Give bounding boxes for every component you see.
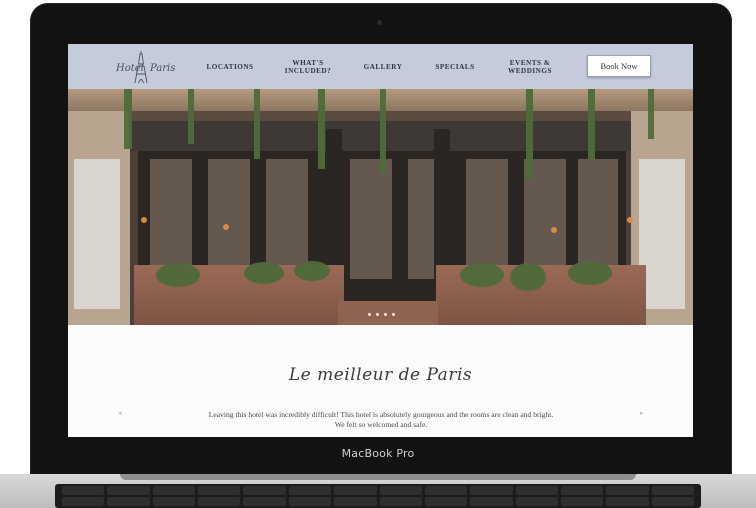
carousel-dot[interactable]	[368, 313, 371, 316]
nav-events-weddings[interactable]: EVENTS & WEDDINGS	[498, 44, 562, 89]
keyboard-row	[62, 486, 695, 495]
carousel-dot[interactable]	[384, 313, 387, 316]
browser-screen: Hotel Paris LOCATIONS WHAT'S INCLUDED? G…	[68, 44, 693, 437]
device-brand-label: MacBook Pro	[341, 447, 415, 460]
book-now-button[interactable]: Book Now	[587, 55, 651, 77]
hero-carousel[interactable]	[68, 89, 693, 325]
nav-gallery[interactable]: GALLERY	[358, 44, 408, 89]
hotel-facade-photo	[68, 89, 693, 325]
testimonial-text: Leaving this hotel was incredibly diffic…	[208, 410, 554, 429]
carousel-dots	[368, 313, 395, 316]
eiffel-tower-icon	[134, 51, 148, 84]
site-logo[interactable]: Hotel Paris	[106, 50, 186, 84]
webcam-icon	[377, 20, 382, 25]
carousel-dot[interactable]	[392, 313, 395, 316]
nav-locations[interactable]: LOCATIONS	[201, 44, 259, 89]
laptop-hinge	[120, 474, 636, 480]
logo-word-paris: Paris	[150, 63, 176, 74]
prev-arrow-icon[interactable]: ◂	[118, 409, 122, 417]
testimonial-section: Le meilleur de Paris ◂ Leaving this hote…	[68, 325, 693, 437]
nav-specials[interactable]: SPECIALS	[430, 44, 480, 89]
nav-whats-included[interactable]: WHAT'S INCLUDED?	[278, 44, 338, 89]
next-arrow-icon[interactable]: ▸	[640, 409, 644, 417]
keyboard-row	[62, 497, 695, 506]
carousel-dot[interactable]	[376, 313, 379, 316]
tagline-heading: Le meilleur de Paris	[288, 365, 473, 385]
site-navbar: Hotel Paris LOCATIONS WHAT'S INCLUDED? G…	[68, 44, 693, 89]
